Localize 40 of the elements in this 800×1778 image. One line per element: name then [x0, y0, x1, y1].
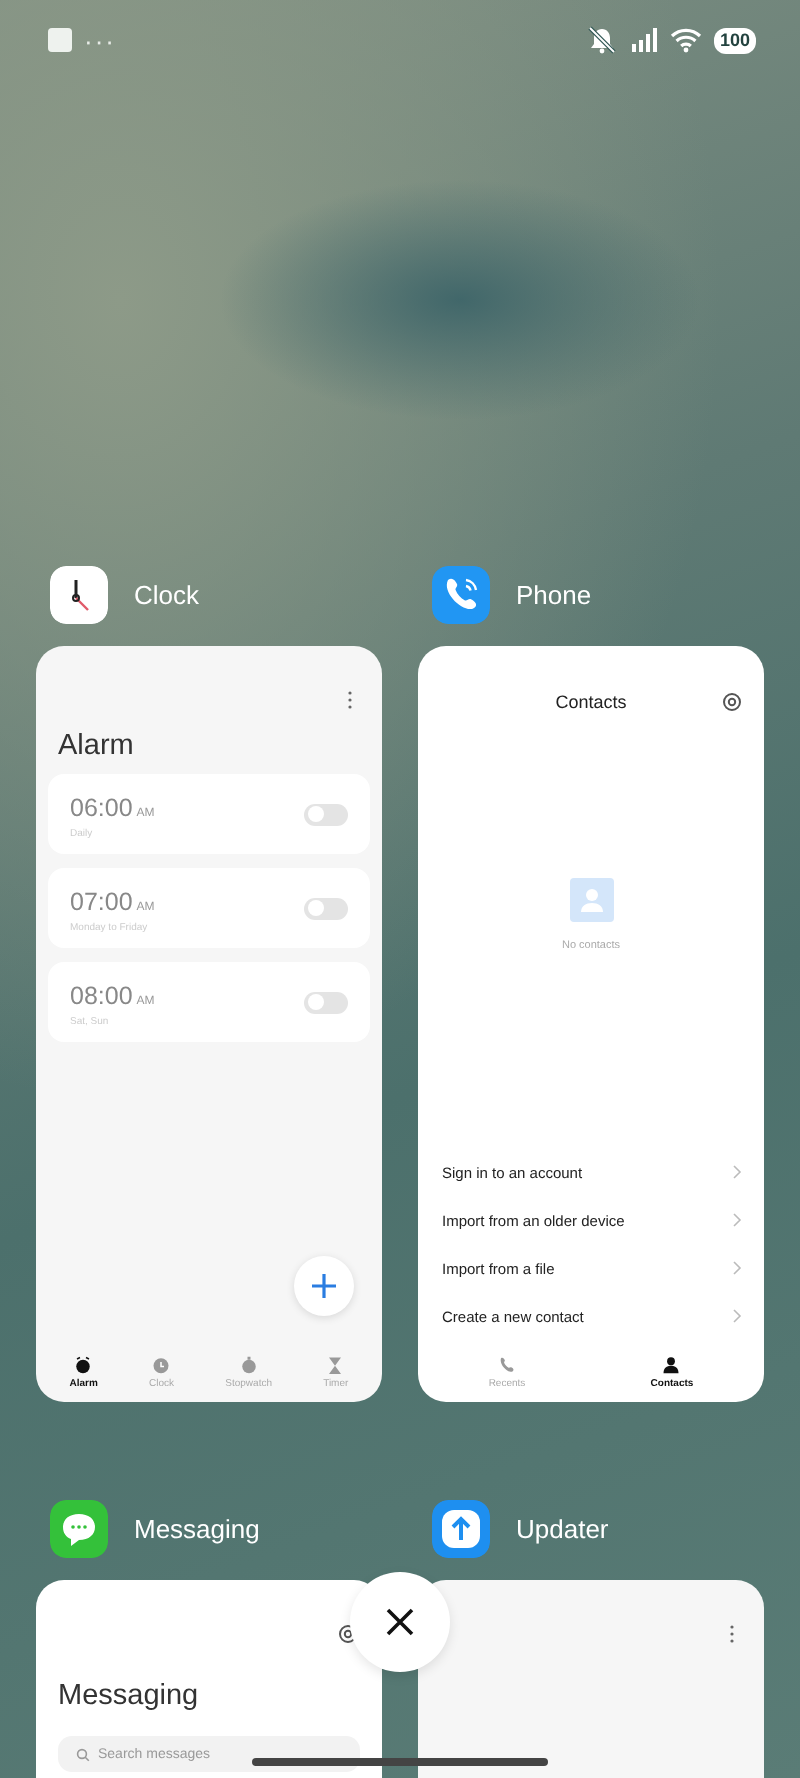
battery-level: 100	[713, 27, 756, 53]
more-icon[interactable]	[346, 690, 354, 710]
screen-title: Alarm	[58, 730, 136, 762]
plus-icon	[312, 1274, 336, 1298]
notification-icon	[48, 28, 72, 52]
chevron-right-icon	[732, 1212, 742, 1228]
alarm-time: 07:00	[70, 887, 133, 915]
alarm-toggle[interactable]	[304, 803, 348, 825]
close-icon	[386, 1608, 414, 1636]
settings-icon[interactable]	[722, 692, 742, 712]
more-icon[interactable]	[728, 1624, 736, 1644]
hourglass-icon	[326, 1356, 345, 1374]
alarm-toggle[interactable]	[304, 991, 348, 1013]
clock-icon[interactable]	[50, 565, 108, 623]
add-button[interactable]	[294, 1256, 354, 1316]
screen-title: Messaging	[58, 1680, 201, 1712]
signal-icon	[629, 26, 658, 54]
alarm-time: 08:00	[70, 981, 133, 1009]
alarm-clock-icon	[74, 1356, 93, 1374]
app-name: Clock	[134, 579, 200, 609]
contact-placeholder-icon	[569, 878, 613, 922]
app-name: Updater	[516, 1513, 609, 1543]
app-name: Phone	[516, 579, 592, 609]
phone-icon[interactable]	[432, 565, 490, 623]
wifi-icon	[669, 26, 702, 54]
alarm-time: 06:00	[70, 793, 133, 821]
more-notifications: ···	[84, 25, 116, 55]
chevron-right-icon	[732, 1308, 742, 1324]
screen-title: Contacts	[555, 692, 627, 712]
search-icon	[76, 1747, 90, 1761]
chat-bubble-icon[interactable]	[50, 1499, 108, 1557]
chevron-right-icon	[732, 1260, 742, 1276]
person-icon	[662, 1356, 681, 1374]
alarm-toggle[interactable]	[304, 897, 348, 919]
app-name: Messaging	[134, 1513, 260, 1543]
muted-bell-icon	[585, 26, 618, 54]
stopwatch-icon	[239, 1356, 258, 1374]
phone-icon	[497, 1356, 516, 1374]
clock-icon	[152, 1356, 171, 1374]
chevron-right-icon	[732, 1164, 742, 1180]
